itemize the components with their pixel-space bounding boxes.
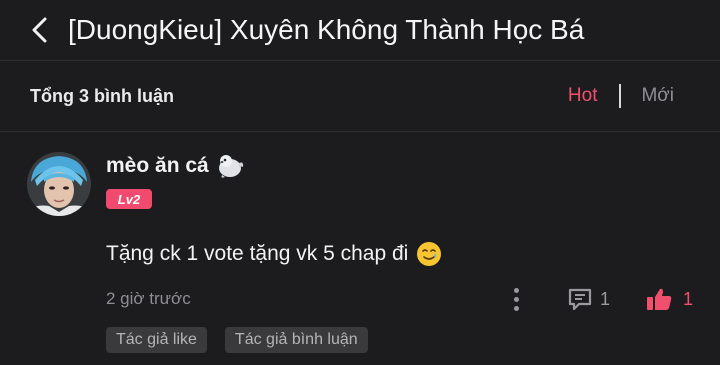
more-vertical-icon [513, 287, 519, 293]
comment-count: Tổng 3 bình luận [30, 85, 174, 106]
avatar[interactable] [27, 152, 91, 216]
reply-count: 1 [600, 288, 611, 309]
reply-button[interactable]: 1 [566, 285, 610, 313]
more-options-button[interactable] [505, 284, 527, 314]
tab-hot[interactable]: Hot [568, 85, 598, 107]
thumbs-up-icon [647, 288, 672, 310]
seal-emoji-icon [215, 151, 245, 181]
chevron-left-icon [32, 17, 47, 43]
comment-icon [568, 288, 592, 311]
like-button[interactable]: 1 [645, 284, 693, 314]
like-count: 1 [683, 288, 694, 309]
tab-new[interactable]: Mới [641, 85, 674, 107]
sort-tabs: Hot Mới [568, 61, 674, 131]
smiling-face-with-tear-icon [416, 241, 442, 267]
level-badge: Lv2 [106, 189, 152, 209]
tag-author-replied: Tác giả bình luận [224, 327, 368, 353]
comment-text: Tặng ck 1 vote tặng vk 5 chap đi [106, 241, 442, 267]
tag-list: Tác giả like Tác giả bình luận [106, 327, 368, 353]
comment-item: mèo ăn cá Lv2 Tặng ck 1 vote tặng vk 5 c… [0, 132, 720, 365]
comment-summary-bar: Tổng 3 bình luận Hot Mới [0, 61, 720, 132]
page-title: [DuongKieu] Xuyên Không Thành Học Bá [68, 14, 585, 45]
divider [619, 84, 622, 108]
top-bar: [DuongKieu] Xuyên Không Thành Học Bá [0, 0, 720, 61]
tag-author-liked: Tác giả like [106, 327, 207, 353]
comment-timestamp: 2 giờ trước [106, 289, 191, 308]
comment-text-content: Tặng ck 1 vote tặng vk 5 chap đi [106, 242, 409, 265]
username-text: mèo ăn cá [106, 154, 209, 177]
username[interactable]: mèo ăn cá [106, 151, 245, 181]
back-button[interactable] [24, 15, 54, 45]
